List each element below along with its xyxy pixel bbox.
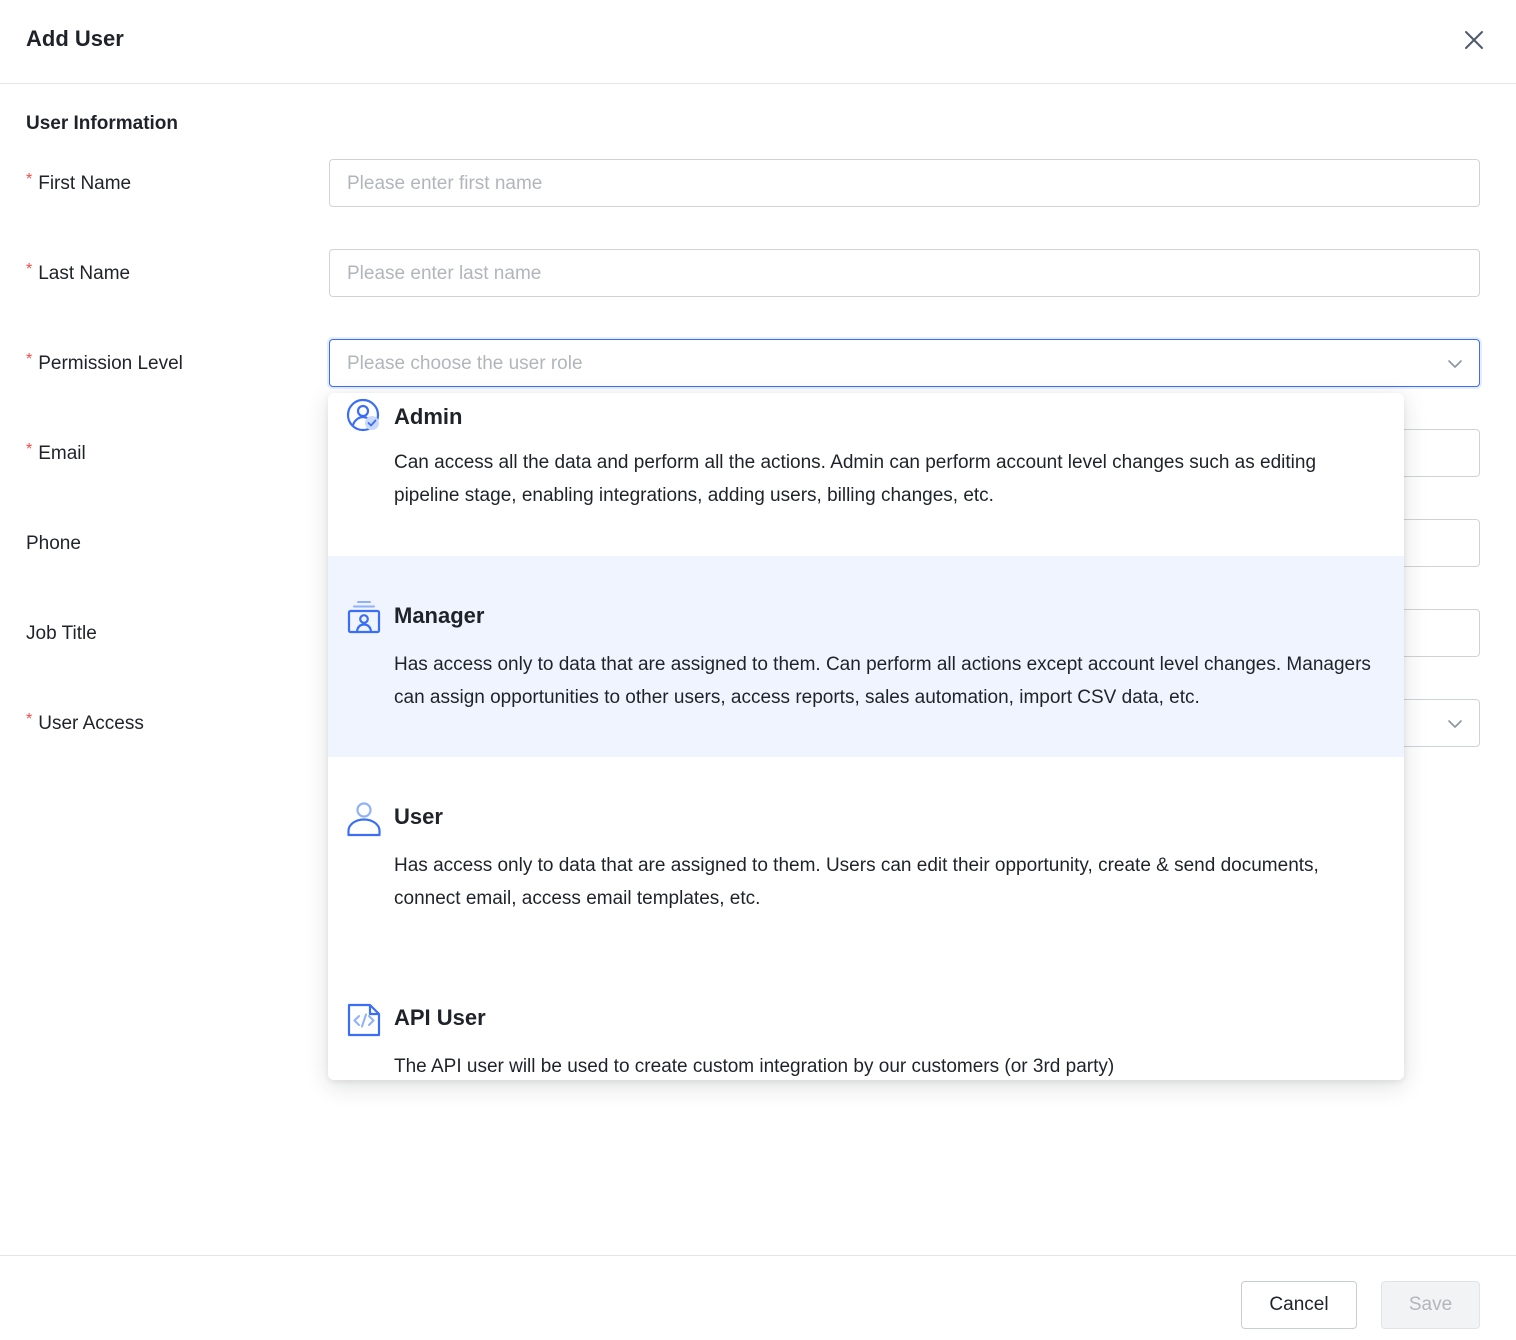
- last-name-label: * Last Name: [26, 261, 131, 284]
- user-access-label: * User Access: [26, 711, 144, 734]
- first-name-label: * First Name: [26, 171, 132, 194]
- user-icon: [347, 802, 381, 837]
- role-option-description: Can access all the data and perform all …: [394, 452, 1317, 506]
- role-option-admin[interactable]: Admin Can access all the data and perfor…: [328, 393, 1404, 549]
- required-mark: *: [26, 171, 33, 188]
- first-name-input[interactable]: Please enter first name: [329, 159, 1480, 207]
- last-name-placeholder: Please enter last name: [347, 263, 542, 284]
- first-name-placeholder: Please enter first name: [347, 173, 543, 194]
- api-code-icon: [347, 1003, 381, 1037]
- manager-icon: [347, 601, 381, 634]
- required-mark: *: [26, 351, 33, 368]
- cancel-button[interactable]: Cancel: [1241, 1281, 1357, 1329]
- last-name-row: * Last Name Please enter last name: [0, 249, 1516, 297]
- required-mark: *: [26, 711, 33, 728]
- close-button[interactable]: [1458, 24, 1490, 56]
- modal-title: Add User: [26, 26, 124, 51]
- role-option-user[interactable]: User Has access only to data that are as…: [328, 757, 1404, 958]
- role-option-description: The API user will be used to create cust…: [394, 1056, 1115, 1077]
- role-option-title: API User: [394, 1005, 486, 1030]
- permission-level-placeholder: Please choose the user role: [347, 353, 583, 374]
- role-option-title: Admin: [394, 404, 463, 429]
- job-title-label: Job Title: [26, 623, 97, 644]
- role-option-title: Manager: [394, 603, 485, 628]
- section-title: User Information: [26, 113, 179, 134]
- save-button[interactable]: Save: [1381, 1281, 1480, 1329]
- required-mark: *: [26, 261, 33, 278]
- role-dropdown-menu: Admin Can access all the data and perfor…: [328, 393, 1404, 1080]
- first-name-row: * First Name Please enter first name: [0, 159, 1516, 207]
- permission-level-label: * Permission Level: [26, 351, 183, 374]
- role-option-description: Has access only to data that are assigne…: [394, 855, 1319, 909]
- phone-label: Phone: [26, 533, 81, 554]
- required-mark: *: [26, 441, 33, 458]
- chevron-down-icon[interactable]: [1445, 714, 1465, 734]
- role-option-title: User: [394, 804, 443, 829]
- permission-level-select[interactable]: Please choose the user role: [329, 339, 1480, 387]
- last-name-input[interactable]: Please enter last name: [329, 249, 1480, 297]
- role-option-api-user[interactable]: API User The API user will be used to cr…: [328, 958, 1404, 1080]
- admin-icon: [346, 398, 380, 432]
- role-option-manager[interactable]: Manager Has access only to data that are…: [328, 556, 1404, 757]
- chevron-down-icon[interactable]: [1445, 354, 1465, 374]
- close-icon[interactable]: [1458, 24, 1490, 56]
- modal-header: Add User: [0, 0, 1516, 84]
- modal-footer: Cancel Save: [0, 1255, 1516, 1340]
- email-label: * Email: [26, 441, 86, 464]
- role-option-description: Has access only to data that are assigne…: [394, 654, 1371, 708]
- permission-level-row: * Permission Level Please choose the user…: [0, 339, 1516, 387]
